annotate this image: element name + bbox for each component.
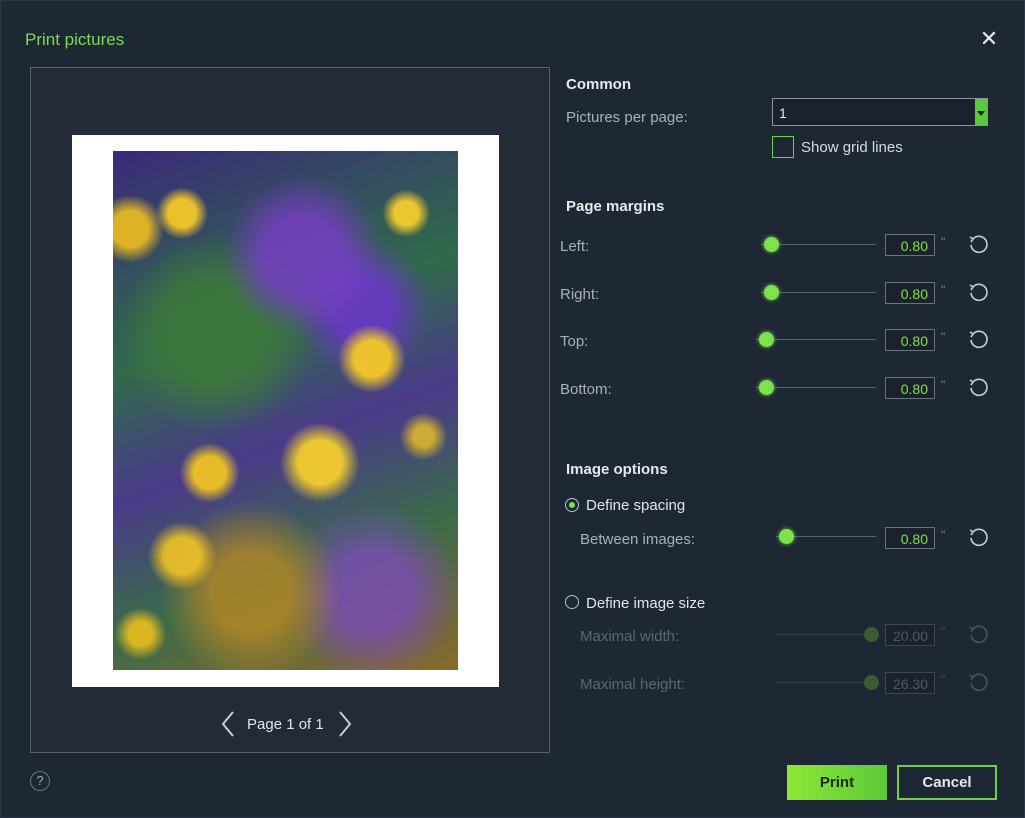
pictures-per-page-select[interactable]: 1: [772, 98, 988, 126]
margin-left-slider[interactable]: [761, 235, 876, 255]
margin-top-slider[interactable]: [756, 330, 876, 350]
max-width-label: Maximal width:: [580, 628, 680, 645]
chevron-down-icon[interactable]: [975, 99, 987, 125]
margin-top-input[interactable]: 0.80: [885, 329, 935, 351]
margin-right-label: Right:: [560, 286, 600, 303]
preview-page: [72, 135, 499, 687]
define-image-size-radio[interactable]: [565, 595, 579, 609]
margin-unit: ": [941, 330, 946, 344]
common-heading: Common: [566, 76, 631, 93]
reset-icon[interactable]: [967, 282, 989, 304]
image-options-heading: Image options: [566, 461, 668, 478]
slider-thumb[interactable]: [779, 529, 794, 544]
reset-icon: [969, 625, 988, 644]
reset-icon[interactable]: [967, 329, 989, 351]
show-grid-lines-label[interactable]: Show grid lines: [801, 139, 903, 156]
margin-unit: ": [941, 378, 946, 392]
define-image-size-label[interactable]: Define image size: [586, 595, 705, 612]
margin-left-label: Left:: [560, 238, 590, 255]
size-unit: ": [941, 625, 946, 639]
reset-icon[interactable]: [967, 234, 989, 256]
max-height-label: Maximal height:: [580, 676, 686, 693]
reset-icon: [969, 673, 988, 692]
between-images-label: Between images:: [580, 531, 696, 548]
margin-right-input[interactable]: 0.80: [885, 282, 935, 304]
margin-right-slider[interactable]: [761, 283, 876, 303]
chevron-left-icon[interactable]: [217, 710, 241, 738]
max-height-input: 26.30: [885, 672, 935, 694]
cancel-button[interactable]: Cancel: [897, 765, 997, 800]
reset-icon[interactable]: [967, 377, 989, 399]
margin-bottom-input[interactable]: 0.80: [885, 377, 935, 399]
between-images-slider[interactable]: [776, 527, 876, 547]
max-height-slider: [776, 673, 879, 693]
slider-thumb[interactable]: [764, 285, 779, 300]
margin-unit: ": [941, 235, 946, 249]
margin-left-input[interactable]: 0.80: [885, 234, 935, 256]
slider-thumb: [864, 627, 879, 642]
slider-thumb: [864, 675, 879, 690]
size-unit: ": [941, 673, 946, 687]
margin-unit: ": [941, 283, 946, 297]
define-spacing-label[interactable]: Define spacing: [586, 497, 685, 514]
between-images-input[interactable]: 0.80: [885, 527, 935, 549]
dialog-title: Print pictures: [25, 30, 125, 49]
max-width-slider: [776, 625, 879, 645]
chevron-right-icon[interactable]: [332, 710, 356, 738]
preview-photo: [113, 151, 458, 670]
close-icon[interactable]: ✕: [977, 27, 1001, 51]
pictures-per-page-label: Pictures per page:: [566, 109, 688, 126]
show-grid-lines-checkbox[interactable]: [772, 136, 794, 158]
print-dialog: Print pictures ✕ Page 1 of 1 Common Pict…: [0, 0, 1025, 818]
spacing-unit: ": [941, 528, 946, 542]
pictures-per-page-value: 1: [779, 105, 787, 121]
page-margins-heading: Page margins: [566, 198, 665, 215]
help-icon[interactable]: ?: [30, 771, 50, 791]
print-button[interactable]: Print: [787, 765, 887, 800]
slider-thumb[interactable]: [759, 332, 774, 347]
page-indicator: Page 1 of 1: [247, 716, 324, 733]
margin-top-label: Top:: [560, 333, 589, 350]
print-preview: Page 1 of 1: [30, 67, 550, 753]
slider-thumb[interactable]: [759, 380, 774, 395]
define-spacing-radio[interactable]: [565, 498, 579, 512]
page-navigator: Page 1 of 1: [31, 708, 551, 740]
reset-icon[interactable]: [967, 527, 989, 549]
margin-bottom-label: Bottom:: [560, 381, 612, 398]
max-width-input: 20.00: [885, 624, 935, 646]
margin-bottom-slider[interactable]: [756, 378, 876, 398]
slider-thumb[interactable]: [764, 237, 779, 252]
